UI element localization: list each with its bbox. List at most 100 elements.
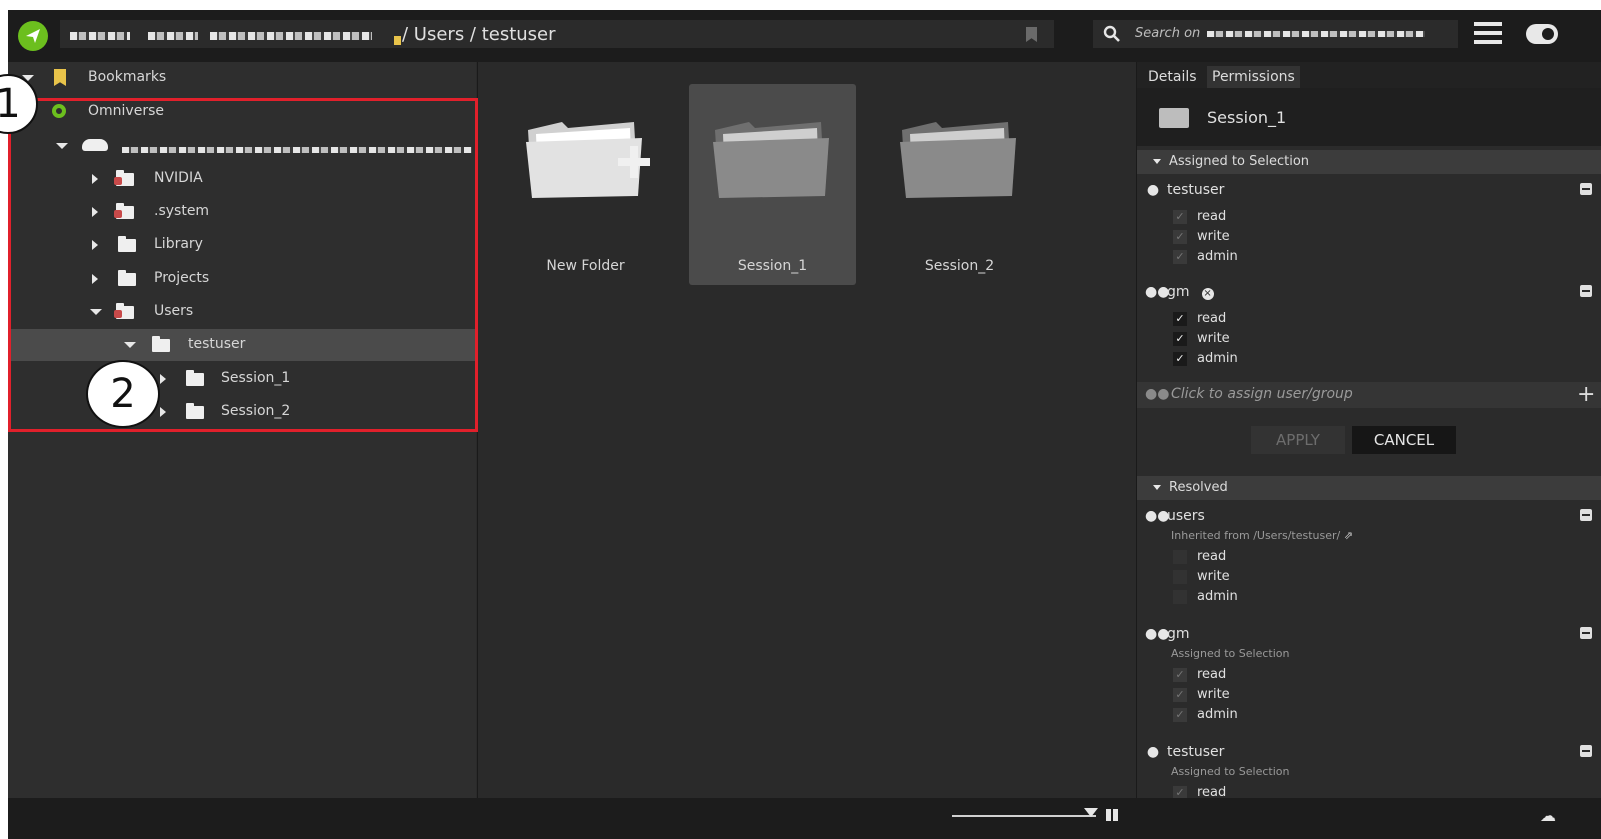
group-icon: ●● [1145,386,1170,402]
path-folder-icon [394,36,401,45]
group-name: gm [1167,626,1190,642]
checkbox[interactable]: ✓ [1173,312,1187,326]
tile-label: Session_2 [924,258,995,274]
hamburger-menu-icon[interactable] [1474,22,1502,44]
perm-label: admin [1197,249,1238,264]
callout-2: 2 [86,360,160,428]
group-entry: ●●users [1145,508,1205,524]
user-icon: ● [1146,182,1160,198]
checkbox[interactable] [1173,570,1187,584]
collapse-icon[interactable] [1580,627,1592,639]
perm-label: read [1197,209,1227,224]
remove-icon[interactable]: × [1201,288,1214,300]
folder-icon [713,122,829,198]
user-icon: ● [1146,744,1160,760]
source-text: Inherited from /Users/testuser/ [1171,529,1341,542]
redacted-server-name [1207,31,1425,37]
path-text[interactable]: / Users / testuser [402,24,556,45]
group-name: gm [1167,284,1190,300]
new-folder-icon [526,122,650,198]
tile-label: New Folder [546,258,625,274]
group-icon: ●● [1145,626,1170,642]
group-name: users [1167,508,1205,524]
perm-label: write [1197,687,1230,702]
section-label: Assigned to Selection [1169,154,1310,169]
collapse-icon[interactable] [1580,509,1592,521]
redacted-server-name [148,32,198,40]
checkbox[interactable]: ✓ [1173,332,1187,346]
checkbox[interactable]: ✓ [1173,352,1187,366]
bookmark-icon [54,69,66,86]
assign-user-field[interactable]: ●● Click to assign user/group + [1137,382,1601,408]
search-field[interactable]: Search on [1093,20,1458,48]
checkbox[interactable]: ✓ [1173,708,1187,722]
checkbox[interactable] [1173,550,1187,564]
tab-permissions[interactable]: Permissions [1207,66,1300,88]
collapse-icon[interactable] [1580,183,1592,195]
group-icon: ●● [1145,284,1170,300]
assigned-source: Assigned to Selection [1171,765,1290,778]
group-entry: ●●gm [1145,626,1190,642]
cloud-upload-icon[interactable]: ☁ [1540,806,1556,825]
perm-label: read [1197,311,1227,326]
chevron-down-icon[interactable] [1153,485,1161,490]
collapse-icon[interactable] [1580,745,1592,757]
file-browser-window: / Users / testuser Search on Bookmarks O… [8,10,1601,839]
panel-tabs: Details Permissions [1137,62,1601,88]
bookmark-icon[interactable] [1026,27,1037,42]
resolved-section-header[interactable]: Resolved [1137,476,1601,500]
redacted-server-name [70,32,130,40]
checkbox[interactable]: ✓ [1173,688,1187,702]
path-field[interactable]: / Users / testuser [60,20,1054,48]
bottom-bar: ☁ [8,798,1601,839]
section-label: Resolved [1169,480,1228,495]
toggle-icon[interactable] [1526,24,1558,44]
perm-label: write [1197,569,1230,584]
apply-button[interactable]: APPLY [1251,426,1345,454]
checkbox[interactable] [1173,590,1187,604]
cancel-button[interactable]: CANCEL [1352,426,1456,454]
tile-session-1[interactable]: Session_1 [689,84,856,285]
zoom-slider-track[interactable] [952,815,1096,817]
user-name: testuser [1167,182,1225,198]
app-logo-icon[interactable] [18,21,48,51]
user-entry: ● testuser [1145,744,1225,760]
tile-new-folder[interactable]: New Folder [502,84,669,285]
checkbox[interactable]: ✓ [1173,250,1187,264]
perm-label: admin [1197,351,1238,366]
selection-header: Session_1 [1137,88,1601,146]
assigned-source: Assigned to Selection [1171,647,1290,660]
zoom-slider-thumb[interactable] [1084,808,1098,817]
selection-name: Session_1 [1207,108,1287,127]
inherited-source: Inherited from /Users/testuser/ ⇗ [1171,529,1353,542]
perm-label: write [1197,229,1230,244]
top-bar: / Users / testuser Search on [8,10,1601,62]
group-icon: ●● [1145,508,1170,524]
search-icon [1103,25,1120,42]
add-icon[interactable]: + [1577,382,1595,407]
tile-session-2[interactable]: Session_2 [876,84,1043,285]
chevron-down-icon[interactable] [1153,159,1161,164]
checkbox[interactable]: ✓ [1173,668,1187,682]
assigned-section-header[interactable]: Assigned to Selection [1137,150,1601,174]
collapse-icon[interactable] [1580,285,1592,297]
tile-label: Session_1 [737,258,808,274]
checkbox[interactable]: ✓ [1173,210,1187,224]
search-placeholder: Search on [1135,26,1201,41]
perm-label: admin [1197,707,1238,722]
tree-item-label: Bookmarks [88,69,167,85]
tab-details[interactable]: Details [1143,66,1202,88]
checkbox[interactable]: ✓ [1173,230,1187,244]
redacted-server-name [210,32,372,40]
folder-icon [900,122,1016,198]
assign-placeholder: Click to assign user/group [1171,386,1353,402]
grid-view-icon[interactable] [1106,809,1118,821]
tree-item-bookmarks[interactable]: Bookmarks [8,62,476,94]
perm-label: write [1197,331,1230,346]
user-name: testuser [1167,744,1225,760]
perm-label: read [1197,667,1227,682]
open-link-icon[interactable]: ⇗ [1344,529,1353,542]
folder-icon [1159,108,1189,128]
permissions-panel: Details Permissions Session_1 Assigned t… [1136,62,1601,800]
perm-label: read [1197,549,1227,564]
